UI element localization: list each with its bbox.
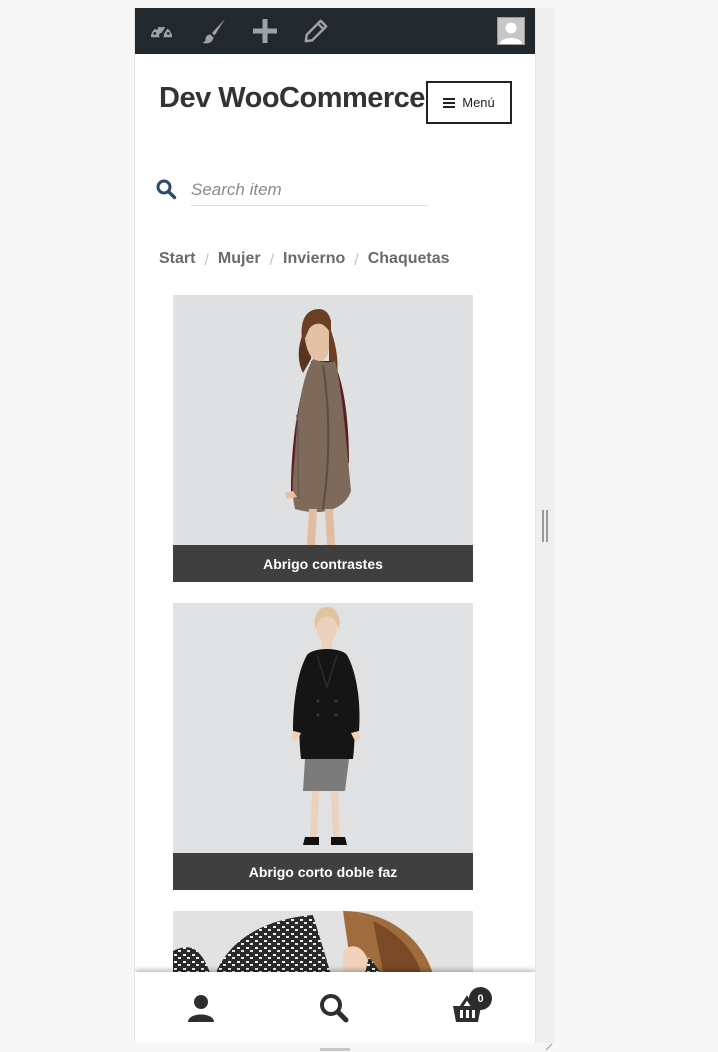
horizontal-scrollbar[interactable] [320, 1048, 350, 1051]
new-content-plus-icon[interactable] [250, 16, 280, 46]
product-image[interactable] [173, 603, 473, 853]
mobile-viewport: Dev WooCommerce Menú Start / Mujer / Inviern… [134, 8, 536, 1043]
edit-pencil-icon[interactable] [301, 16, 331, 46]
breadcrumb: Start / Mujer / Invierno / Chaquetas [159, 250, 450, 269]
product-image[interactable] [173, 295, 473, 545]
hamburger-icon [443, 97, 456, 108]
cart-count-badge: 0 [469, 987, 492, 1010]
menu-button-label: Menú [462, 95, 495, 110]
user-avatar-icon[interactable] [497, 17, 525, 45]
menu-button[interactable]: Menú [426, 81, 512, 124]
breadcrumb-separator: / [204, 252, 209, 269]
dashboard-icon[interactable] [146, 16, 176, 46]
search-icon[interactable] [318, 992, 350, 1024]
site-title[interactable]: Dev WooCommerce [159, 82, 425, 115]
product-title[interactable]: Abrigo contrastes [173, 545, 473, 582]
product-title[interactable]: Abrigo corto doble faz [173, 853, 473, 890]
customize-brush-icon[interactable] [198, 16, 228, 46]
product-card[interactable]: Abrigo contrastes [173, 295, 473, 582]
product-card[interactable]: Abrigo corto doble faz [173, 603, 473, 890]
breadcrumb-item-mujer[interactable]: Mujer [218, 250, 261, 267]
product-card[interactable] [173, 911, 473, 981]
search-icon[interactable] [155, 178, 177, 200]
resize-handle[interactable] [542, 510, 548, 542]
account-icon[interactable] [185, 992, 217, 1024]
resize-corner-icon[interactable] [545, 1043, 553, 1051]
breadcrumb-separator: / [354, 252, 359, 269]
admin-bar [135, 8, 535, 54]
breadcrumb-item-invierno[interactable]: Invierno [283, 250, 345, 267]
product-image[interactable] [173, 911, 473, 981]
breadcrumb-item-chaquetas: Chaquetas [367, 250, 450, 267]
search-input[interactable] [191, 175, 428, 206]
breadcrumb-separator: / [269, 252, 275, 269]
breadcrumb-item-start[interactable]: Start [159, 250, 195, 267]
